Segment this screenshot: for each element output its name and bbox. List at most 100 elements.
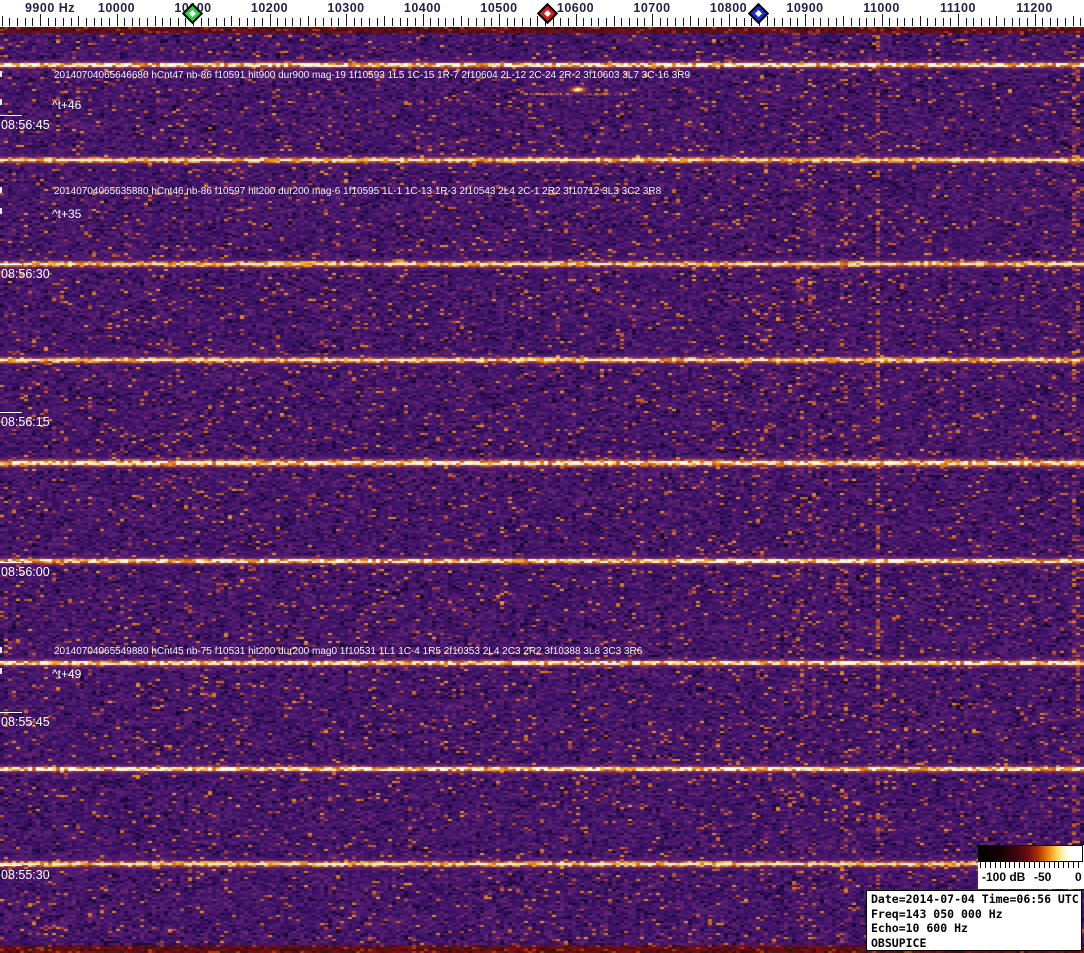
station-info-box: Date=2014-07-04 Time=06:56 UTC Freq=143 … [866,890,1082,951]
colorbar-tick [1009,862,1011,868]
ruler-tick [935,18,937,26]
ruler-tick [353,18,355,26]
edge-mark [0,647,2,653]
freq-label: 11200 [1016,1,1053,15]
detection-annotation: 20140704065635880 hCnt46 nb-86 f10597 hi… [54,186,662,197]
time-label: 08:55:45 [1,715,50,729]
freq-label: 10400 [403,1,442,15]
ruler-tick [300,18,302,26]
ruler-tick [636,18,638,26]
colorbar-tick [1033,862,1035,868]
marker-red-diamond[interactable] [536,2,558,24]
ruler-tick [835,18,837,26]
colorbar-tick [1053,862,1055,868]
ruler-tick [124,18,126,26]
colorbar-tick [1058,862,1060,868]
colorbar-tick [1004,862,1006,868]
ruler-tick [323,18,325,26]
marker-center-dot [188,9,196,17]
ruler-tick [590,18,592,26]
colorbar-tick [1048,862,1050,868]
marker-center-dot [543,9,551,17]
info-date-time: Date=2014-07-04 Time=06:56 UTC [871,892,1079,906]
ruler-tick [980,18,982,26]
ruler-tick [797,18,799,26]
info-station: OBSUPICE [871,935,927,950]
colorbar-tick [1024,862,1026,868]
ruler-tick [659,18,661,26]
time-tick [0,264,22,265]
freq-label: 10900 [786,1,824,15]
ruler-tick [1049,18,1051,26]
freq-label: 11100 [940,1,976,15]
ruler-tick [422,14,424,26]
ruler-tick [491,18,493,26]
ruler-tick [185,18,187,26]
ruler-tick [361,18,363,26]
frequency-ruler[interactable]: 9900 Hz100001010010200103001040010500106… [0,0,1084,27]
ruler-tick [850,18,852,26]
ruler-tick [32,18,34,26]
colorbar-gradient [978,845,1083,862]
ruler-tick [238,18,240,26]
ruler-tick [606,18,608,26]
colorbar-tick [994,862,996,868]
ruler-tick [736,18,738,26]
ruler-tick [973,18,975,26]
colorbar-tick [1063,862,1065,868]
ruler-tick [919,16,921,26]
event-marker-label: ^t+46 [52,98,82,112]
ruler-tick [407,18,409,26]
ruler-tick [1003,18,1005,26]
ruler-tick [858,18,860,26]
db-scale-legend: -100 dB -50 0 [978,845,1084,889]
ruler-tick [751,18,753,26]
ruler-tick [445,18,447,26]
colorbar-tick [999,862,1001,868]
ruler-tick [223,18,225,26]
ruler-tick [1034,14,1036,26]
ruler-tick [108,18,110,26]
ruler-tick [346,14,347,26]
time-label: 08:56:15 [1,415,50,429]
ruler-tick [246,18,248,26]
ruler-tick [147,18,149,26]
freq-label: 10500 [480,1,518,15]
ruler-tick [200,18,202,26]
ruler-tick [904,18,906,26]
ruler-tick [766,16,768,26]
spectrogram-canvas[interactable] [0,27,1084,953]
ruler-tick [116,14,118,26]
event-marker-label: ^t+49 [52,667,82,681]
ruler-tick [1,16,3,26]
ruler-tick [621,18,623,26]
ruler-tick [55,18,57,26]
colorbar-tick [1029,862,1030,868]
freq-label: 10000 [97,1,136,15]
freq-label: 10200 [250,1,289,15]
ruler-tick [728,14,730,26]
colorbar-tick [1073,862,1075,868]
ruler-tick [177,18,179,26]
ruler-tick [927,18,929,26]
freq-label: 11000 [863,1,900,15]
ruler-tick [483,18,485,26]
ruler-tick [399,18,401,26]
ruler-tick [437,18,439,26]
ruler-tick [743,18,745,26]
ruler-tick [774,18,776,26]
colorbar-labels: -100 dB -50 0 [978,870,1084,886]
ruler-tick [720,18,722,26]
ruler-tick [782,18,784,26]
ruler-tick [261,18,263,26]
ruler-tick [284,18,286,26]
colorbar-tick [1043,862,1045,868]
ruler-tick [988,18,990,26]
ruler-tick [47,18,49,26]
ruler-tick [384,16,386,26]
colorbar-tick [980,862,981,868]
ruler-tick [1042,18,1044,26]
colorbar-tick [1068,862,1070,868]
edge-mark [0,71,2,77]
ruler-tick [521,18,523,26]
